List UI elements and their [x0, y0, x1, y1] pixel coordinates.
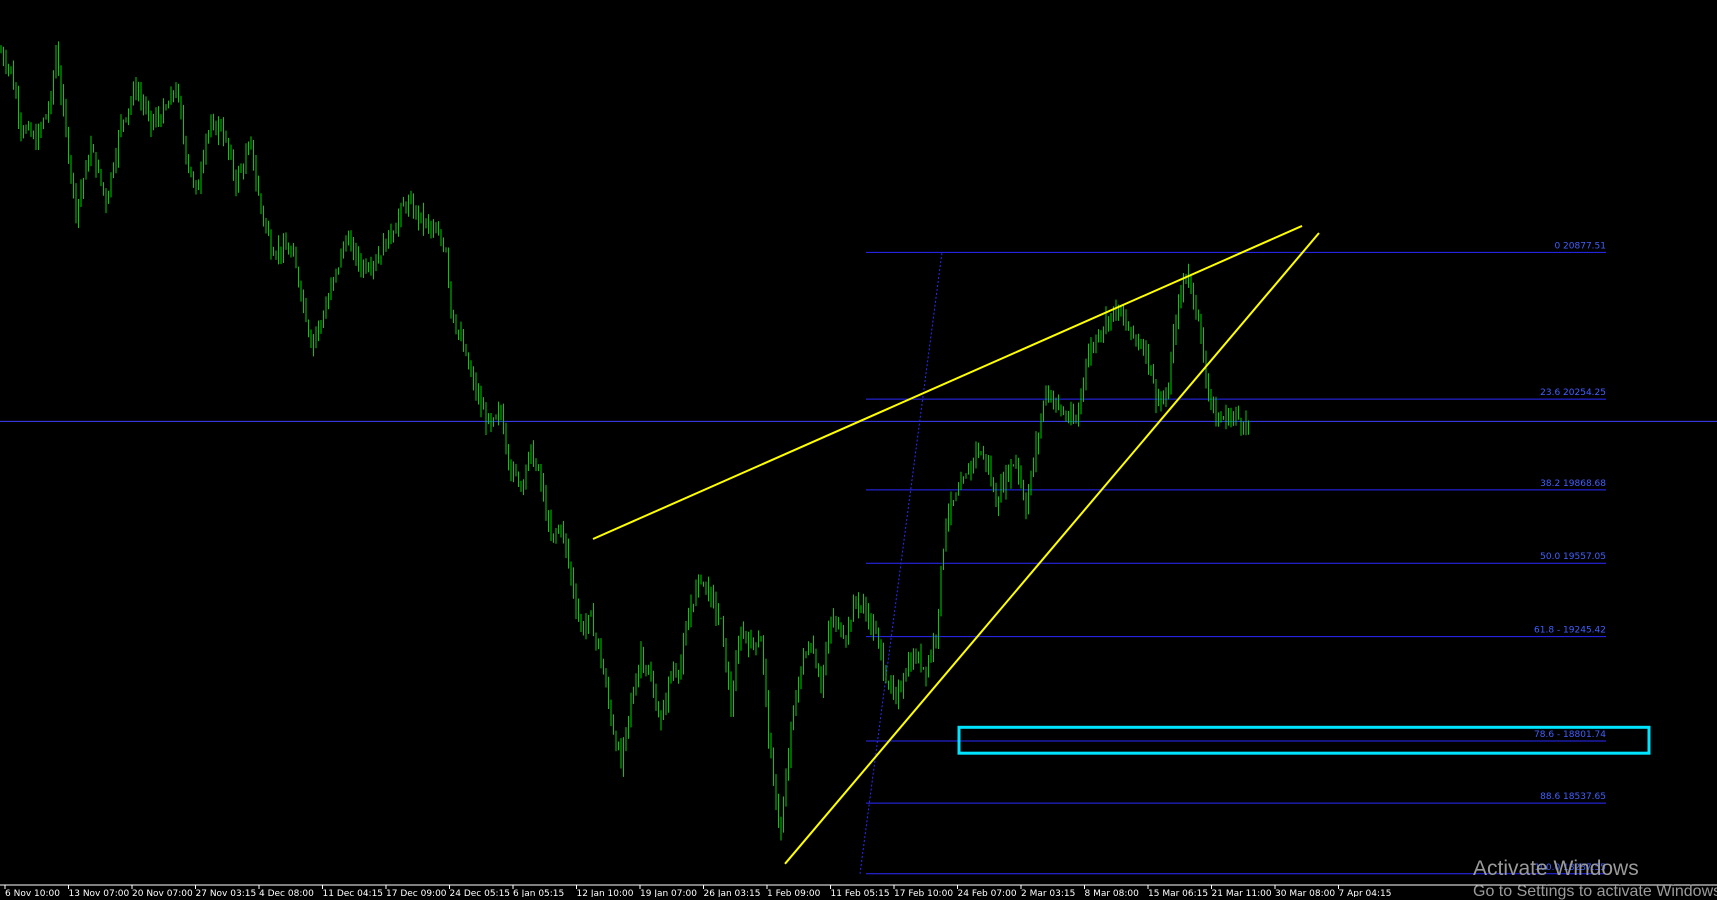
x-tick-label: 26 Jan 03:15	[704, 889, 761, 897]
x-tick-label: 2 Mar 03:15	[1021, 889, 1075, 897]
activate-windows-subtitle: Go to Settings to activate Windows.	[1473, 883, 1717, 900]
x-tick-label: 17 Feb 10:00	[894, 889, 953, 897]
fib-level-label: 0 20877.51	[1554, 241, 1606, 251]
fib-level-label: 61.8 - 19245.42	[1534, 626, 1606, 636]
fib-level-label: 23.6 20254.25	[1540, 388, 1606, 398]
x-tick-label: 12 Jan 10:00	[577, 889, 634, 897]
x-tick-label: 1 Feb 09:00	[767, 889, 821, 897]
x-tick-label: 30 Mar 08:00	[1275, 889, 1335, 897]
x-tick-label: 6 Nov 10:00	[5, 889, 60, 897]
fib-level-label: 88.6 18537.65	[1540, 792, 1606, 802]
x-tick-label: 15 Mar 06:15	[1148, 889, 1208, 897]
activate-windows-title: Activate Windows	[1473, 857, 1639, 880]
x-tick-label: 6 Jan 05:15	[513, 889, 564, 897]
x-tick-label: 24 Dec 05:15	[450, 889, 511, 897]
x-tick-label: 27 Nov 03:15	[196, 889, 257, 897]
x-tick-label: 20 Nov 07:00	[132, 889, 193, 897]
fib-level-label: 78.6 - 18801.74	[1534, 730, 1606, 740]
x-tick-label: 4 Dec 08:00	[259, 889, 314, 897]
x-tick-label: 8 Mar 08:00	[1085, 889, 1140, 897]
x-tick-label: 11 Feb 05:15	[831, 889, 890, 897]
x-tick-label: 11 Dec 04:15	[323, 889, 384, 897]
price-chart[interactable]: 0 20877.51 23.6 20254.25 38.2 19868.68 50.0…	[0, 0, 1717, 897]
x-tick-label: 17 Dec 09:00	[386, 889, 447, 897]
x-tick-label: 24 Feb 07:00	[958, 889, 1017, 897]
fib-level-label: 38.2 19868.68	[1540, 479, 1606, 489]
trendline-upper	[592, 225, 1303, 540]
x-tick-label: 19 Jan 07:00	[640, 889, 697, 897]
trendline-lower	[784, 232, 1320, 865]
x-tick-label: 13 Nov 07:00	[69, 889, 130, 897]
fib-level-label: 50.0 19557.05	[1540, 552, 1606, 562]
x-tick-label: 7 Apr 04:15	[1339, 889, 1392, 897]
x-tick-label: 21 Mar 11:00	[1212, 889, 1272, 897]
